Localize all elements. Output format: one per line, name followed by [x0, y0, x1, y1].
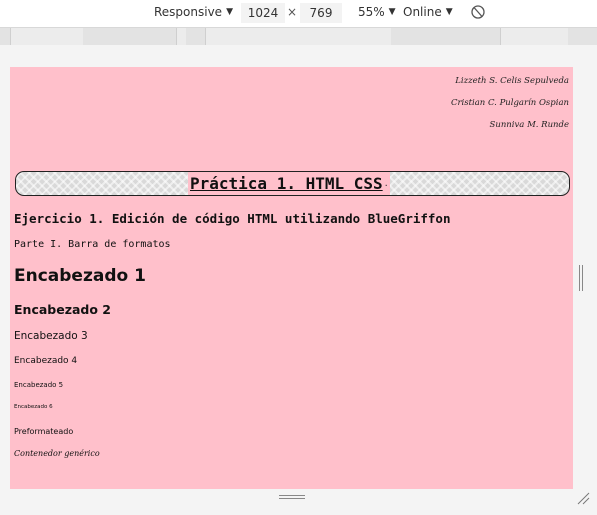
- dimension-separator: ×: [287, 5, 298, 19]
- heading-1: Encabezado 1: [14, 266, 146, 286]
- heading-3: Encabezado 3: [14, 330, 88, 342]
- device-toolbar: Responsive ▼ 1024 × 769 55% ▼ Online ▼: [0, 0, 597, 27]
- dropdown-arrow-icon: ▼: [388, 7, 396, 17]
- media-query-segment[interactable]: [407, 28, 501, 45]
- author-name: Lizzeth S. Celis Sepulveda: [455, 76, 569, 86]
- rotate-icon[interactable]: [470, 4, 486, 20]
- dropdown-arrow-icon: ▼: [445, 7, 453, 17]
- part-heading: Parte I. Barra de formatos: [14, 239, 171, 250]
- emulated-page: Lizzeth S. Celis Sepulveda Cristian C. P…: [10, 67, 573, 489]
- title-banner: Práctica 1. HTML CSS .: [15, 171, 570, 196]
- zoom-label: 55%: [358, 5, 385, 19]
- exercise-heading: Ejercicio 1. Edición de código HTML util…: [14, 211, 451, 226]
- page-title: Práctica 1. HTML CSS: [190, 174, 383, 193]
- media-query-segment[interactable]: [186, 28, 206, 45]
- banner-dot: .: [384, 178, 388, 189]
- generic-container-text: Contenedor genérico: [14, 449, 100, 458]
- width-input[interactable]: 1024: [241, 3, 285, 23]
- media-query-segment[interactable]: [83, 28, 177, 45]
- author-name: Sunniva M. Runde: [489, 120, 569, 130]
- media-query-bar[interactable]: [0, 27, 597, 46]
- media-query-segment[interactable]: [568, 28, 597, 45]
- heading-2: Encabezado 2: [14, 302, 112, 317]
- author-name: Cristian C. Pulgarín Ospian: [450, 98, 569, 108]
- device-select[interactable]: Responsive ▼: [154, 5, 233, 19]
- authors-block: Lizzeth S. Celis Sepulveda Cristian C. P…: [451, 75, 569, 141]
- heading-6: Encabezado 6: [14, 404, 53, 410]
- preformatted-text: Preformateado: [14, 427, 74, 436]
- device-label: Responsive: [154, 5, 223, 19]
- media-query-segment[interactable]: [391, 28, 408, 45]
- throttle-label: Online: [403, 5, 442, 19]
- height-input[interactable]: 769: [300, 3, 342, 23]
- throttle-select[interactable]: Online ▼: [403, 5, 453, 19]
- heading-5: Encabezado 5: [14, 381, 64, 389]
- horizontal-resize-handle[interactable]: [279, 495, 305, 501]
- media-query-segment[interactable]: [0, 28, 11, 45]
- vertical-resize-handle[interactable]: [579, 265, 585, 291]
- heading-4: Encabezado 4: [14, 356, 78, 366]
- banner-title-wrap: Práctica 1. HTML CSS .: [188, 172, 390, 195]
- dropdown-arrow-icon: ▼: [226, 7, 233, 17]
- zoom-select[interactable]: 55% ▼: [358, 5, 396, 19]
- resize-handle-icon[interactable]: [576, 491, 590, 505]
